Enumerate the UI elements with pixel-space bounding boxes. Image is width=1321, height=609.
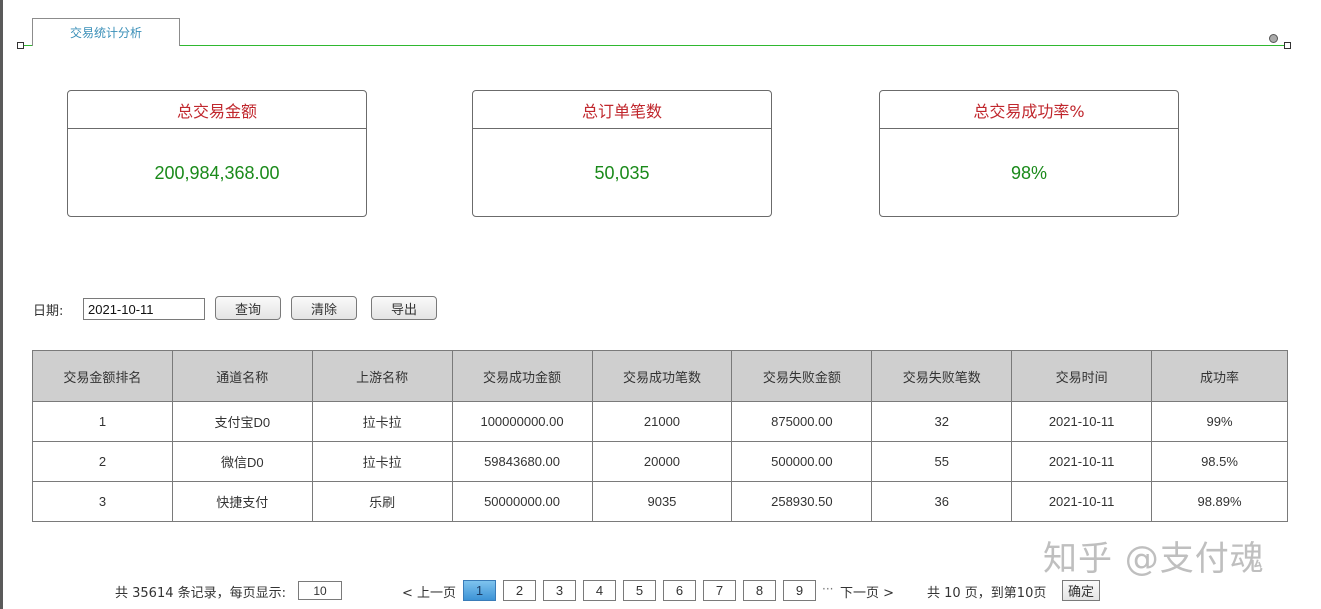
column-header: 成功率 bbox=[1151, 350, 1288, 402]
page-size-input[interactable]: 10 bbox=[298, 581, 342, 600]
table-cell: 55 bbox=[871, 441, 1013, 482]
stat-card-title: 总订单笔数 bbox=[473, 91, 771, 129]
page-button-6[interactable]: 6 bbox=[663, 580, 696, 601]
table-cell: 支付宝D0 bbox=[171, 401, 313, 442]
tab-divider bbox=[20, 45, 1288, 46]
table-row: 3 快捷支付 乐刷 50000000.00 9035 258930.50 36 … bbox=[32, 481, 1288, 522]
table-cell: 微信D0 bbox=[171, 441, 313, 482]
page-button-2[interactable]: 2 bbox=[503, 580, 536, 601]
resize-handle-right[interactable] bbox=[1284, 42, 1291, 49]
table-cell: 1 bbox=[32, 401, 173, 442]
column-header: 交易成功金额 bbox=[451, 350, 593, 402]
page-button-8[interactable]: 8 bbox=[743, 580, 776, 601]
column-header: 交易时间 bbox=[1011, 350, 1153, 402]
page-button-1[interactable]: 1 bbox=[463, 580, 496, 601]
table-cell: 100000000.00 bbox=[451, 401, 593, 442]
stat-card-title: 总交易金额 bbox=[68, 91, 366, 129]
table-cell: 98.89% bbox=[1151, 481, 1288, 522]
total-pages-text: 共 10 页，到第10页 bbox=[927, 586, 1047, 601]
record-count-text: 共 35614 条记录，每页显示: bbox=[115, 586, 286, 601]
window-left-edge bbox=[0, 0, 3, 609]
query-button[interactable]: 查询 bbox=[215, 296, 281, 320]
page-button-9[interactable]: 9 bbox=[783, 580, 816, 601]
page-button-7[interactable]: 7 bbox=[703, 580, 736, 601]
next-page-link[interactable]: 下一页 > bbox=[840, 582, 894, 601]
resize-handle-left[interactable] bbox=[17, 42, 24, 49]
table-row: 2 微信D0 拉卡拉 59843680.00 20000 500000.00 5… bbox=[32, 441, 1288, 482]
stat-card-value: 200,984,368.00 bbox=[154, 162, 280, 183]
table-cell: 98.5% bbox=[1151, 441, 1288, 482]
page-button-4[interactable]: 4 bbox=[583, 580, 616, 601]
table-header-row: 交易金额排名 通道名称 上游名称 交易成功金额 交易成功笔数 交易失败金额 交易… bbox=[32, 350, 1288, 402]
table-cell: 258930.50 bbox=[731, 481, 873, 522]
column-header: 交易失败笔数 bbox=[871, 350, 1013, 402]
table-cell: 21000 bbox=[591, 401, 733, 442]
table-cell: 2 bbox=[32, 441, 173, 482]
page-ellipsis: ··· bbox=[822, 582, 834, 596]
table-cell: 20000 bbox=[591, 441, 733, 482]
table-cell: 99% bbox=[1151, 401, 1288, 442]
date-label: 日期: bbox=[33, 304, 64, 319]
table-cell: 50000000.00 bbox=[451, 481, 593, 522]
table-cell: 拉卡拉 bbox=[311, 401, 453, 442]
table-cell: 500000.00 bbox=[731, 441, 873, 482]
clear-button[interactable]: 清除 bbox=[291, 296, 357, 320]
table-cell: 3 bbox=[32, 481, 173, 522]
date-input[interactable] bbox=[83, 298, 205, 320]
table-row: 1 支付宝D0 拉卡拉 100000000.00 21000 875000.00… bbox=[32, 401, 1288, 442]
stat-card-total-orders: 总订单笔数 50,035 bbox=[472, 90, 772, 217]
export-button[interactable]: 导出 bbox=[371, 296, 437, 320]
table-cell: 36 bbox=[871, 481, 1013, 522]
table-cell: 2021-10-11 bbox=[1011, 481, 1153, 522]
stat-card-value: 50,035 bbox=[594, 162, 650, 183]
column-header: 上游名称 bbox=[311, 350, 453, 402]
column-header: 通道名称 bbox=[171, 350, 313, 402]
rotate-handle-icon[interactable] bbox=[1269, 34, 1278, 43]
column-header: 交易金额排名 bbox=[32, 350, 173, 402]
table-cell: 2021-10-11 bbox=[1011, 441, 1153, 482]
table-cell: 2021-10-11 bbox=[1011, 401, 1153, 442]
watermark: 知乎 @支付魂 bbox=[1043, 539, 1265, 579]
column-header: 交易失败金额 bbox=[731, 350, 873, 402]
prev-page-link[interactable]: < 上一页 bbox=[402, 582, 456, 601]
page-button-5[interactable]: 5 bbox=[623, 580, 656, 601]
table-cell: 快捷支付 bbox=[171, 481, 313, 522]
stat-card-value: 98% bbox=[1010, 162, 1048, 183]
column-header: 交易成功笔数 bbox=[591, 350, 733, 402]
table-cell: 875000.00 bbox=[731, 401, 873, 442]
goto-confirm-button[interactable]: 确定 bbox=[1062, 580, 1100, 601]
table-cell: 59843680.00 bbox=[451, 441, 593, 482]
stat-card-total-amount: 总交易金额 200,984,368.00 bbox=[67, 90, 367, 217]
table-cell: 乐刷 bbox=[311, 481, 453, 522]
table-cell: 9035 bbox=[591, 481, 733, 522]
table-cell: 32 bbox=[871, 401, 1013, 442]
tab-trade-stats[interactable]: 交易统计分析 bbox=[32, 18, 180, 46]
table-cell: 拉卡拉 bbox=[311, 441, 453, 482]
stat-card-success-rate: 总交易成功率% 98% bbox=[879, 90, 1179, 217]
trade-table: 交易金额排名 通道名称 上游名称 交易成功金额 交易成功笔数 交易失败金额 交易… bbox=[32, 350, 1288, 522]
page-button-3[interactable]: 3 bbox=[543, 580, 576, 601]
stat-card-title: 总交易成功率% bbox=[880, 91, 1178, 129]
